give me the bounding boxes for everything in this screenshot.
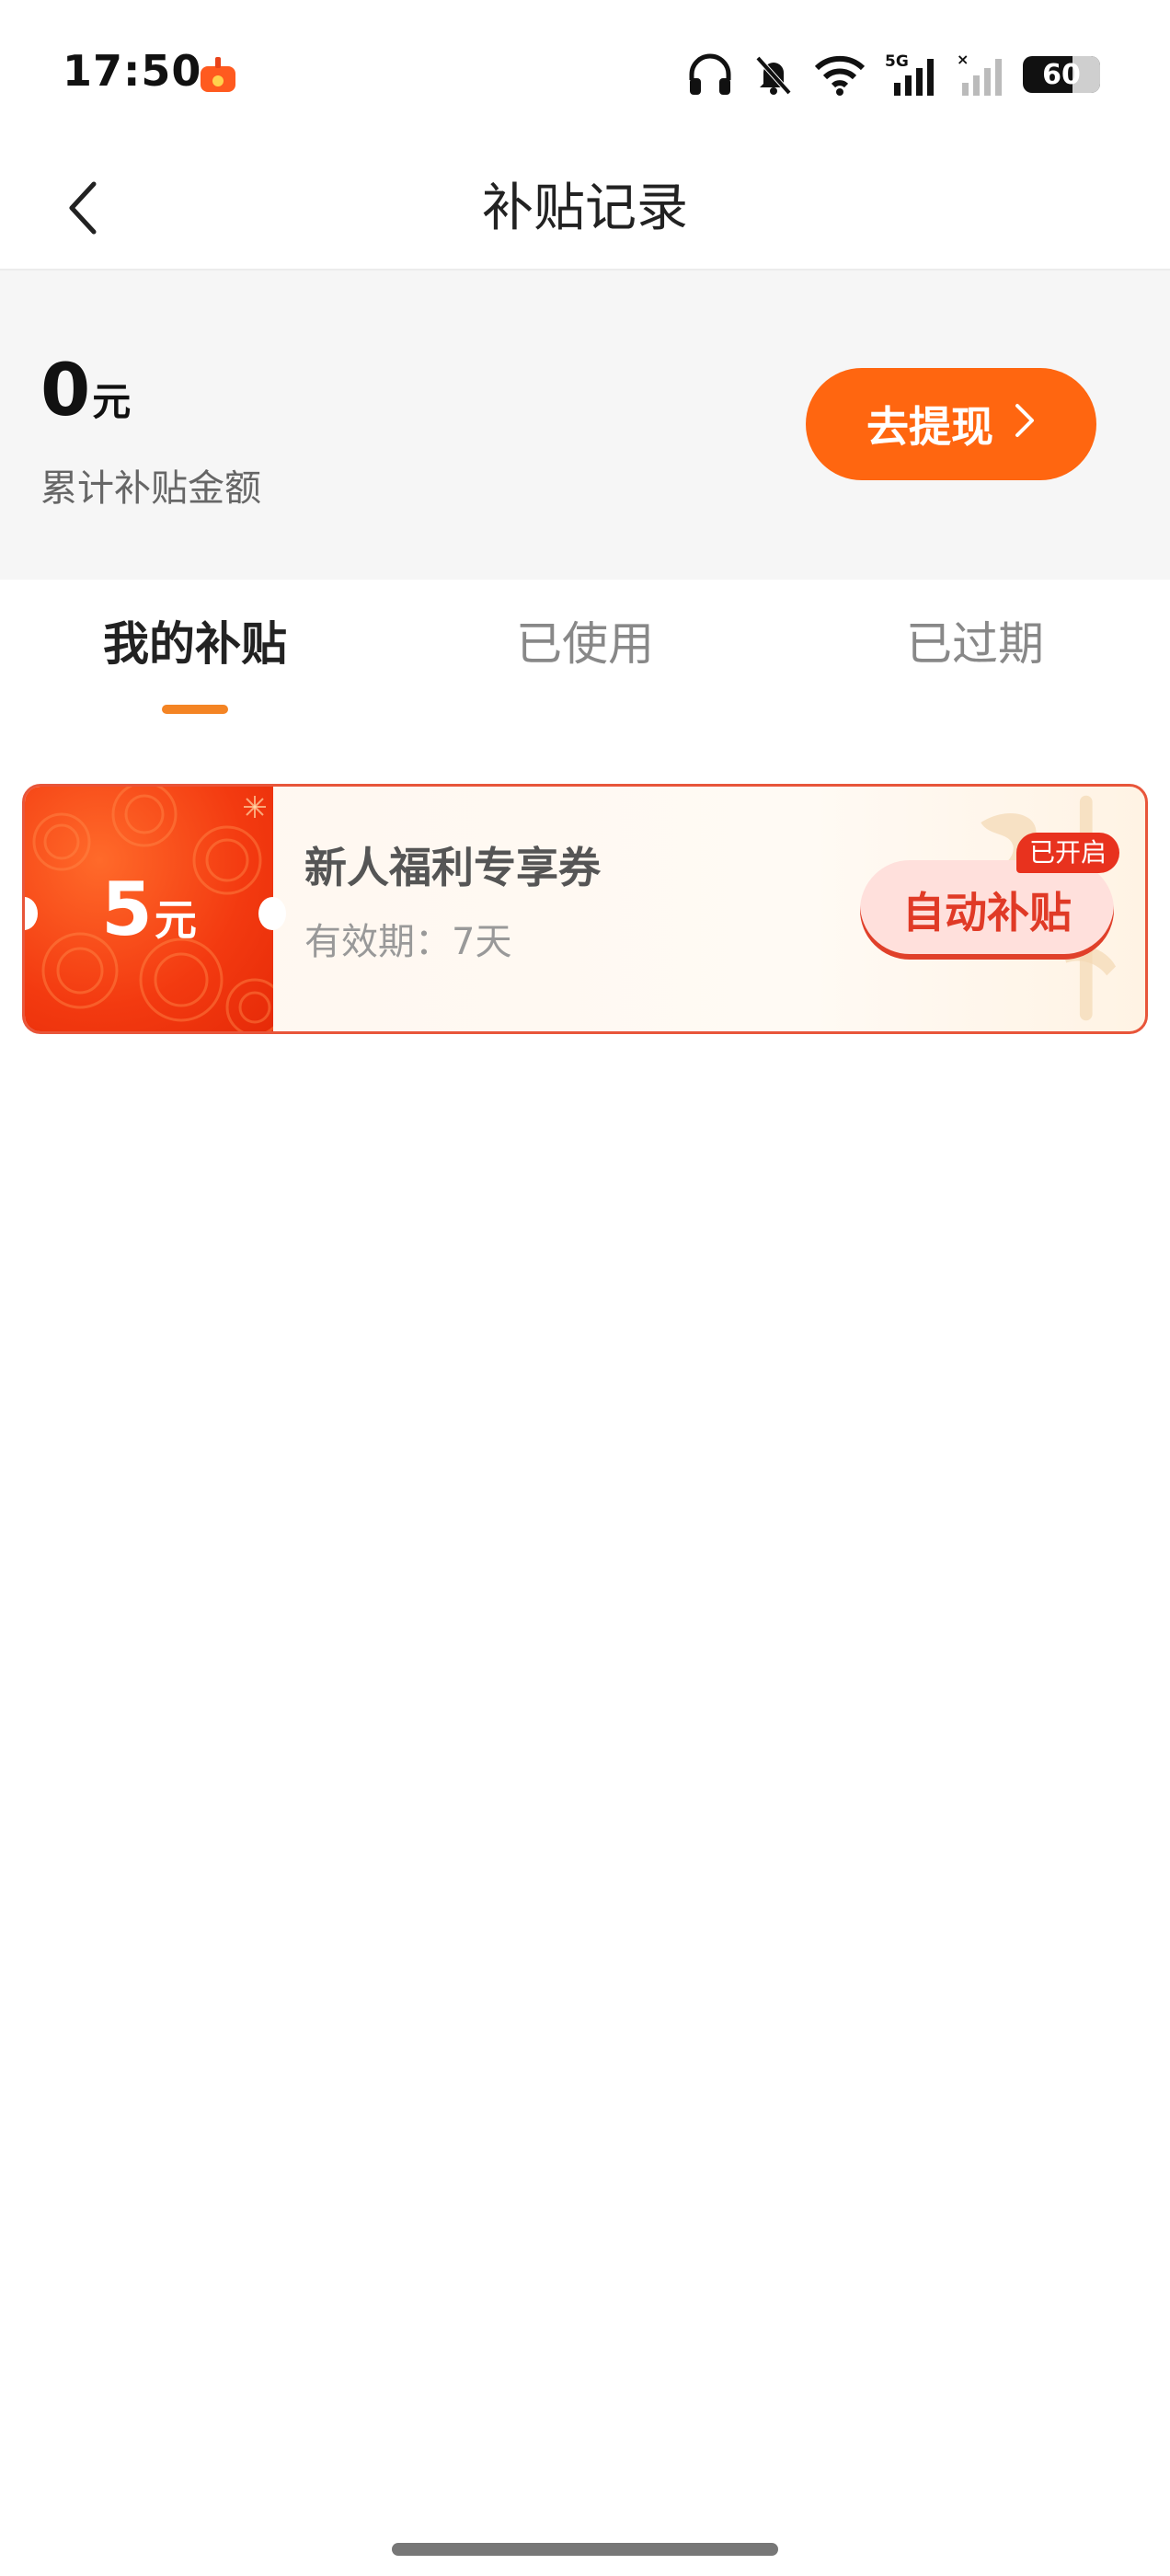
auto-subsidy-button[interactable]: 自动补贴 <box>860 860 1114 960</box>
total-amount-value: 0 <box>40 350 91 432</box>
status-bar: 17:50 5G × 60 <box>0 0 1170 147</box>
tab-expired[interactable]: 已过期 <box>828 616 1122 672</box>
svg-text:5G: 5G <box>885 52 909 71</box>
page-title: 补贴记录 <box>482 178 688 238</box>
tab-my-subsidy[interactable]: 我的补贴 <box>48 616 342 672</box>
withdraw-label: 去提现 <box>866 402 993 452</box>
coupon-value-panel: 5 元 <box>25 787 273 1031</box>
chevron-right-icon <box>1014 399 1036 449</box>
active-tab-indicator <box>162 705 228 714</box>
total-amount-unit: 元 <box>92 379 132 424</box>
tab-used[interactable]: 已使用 <box>438 616 732 672</box>
headphones-icon <box>686 52 734 97</box>
total-amount-label: 累计补贴金额 <box>40 467 261 510</box>
total-amount: 0 元 <box>40 355 131 427</box>
coupon-card[interactable]: 5 元 新人福利专享券 有效期：7天 自动补贴 已开启 <box>22 784 1148 1034</box>
coupon-value: 5 元 <box>101 867 197 952</box>
tab-bar: 我的补贴 已使用 已过期 <box>0 580 1170 718</box>
coupon-value-unit: 元 <box>154 894 197 945</box>
svg-text:×: × <box>957 52 969 68</box>
status-time: 17:50 <box>63 46 202 96</box>
auto-subsidy-label: 自动补贴 <box>902 888 1072 937</box>
coupon-validity: 有效期：7天 <box>304 921 512 963</box>
coupon-notch <box>258 897 286 930</box>
subsidy-summary: 0 元 累计补贴金额 去提现 <box>0 270 1170 580</box>
home-indicator[interactable] <box>392 2543 778 2556</box>
nav-bar: 补贴记录 <box>0 147 1170 270</box>
battery-level: 60 <box>1042 58 1081 91</box>
status-icons: 5G × 60 <box>686 52 1100 98</box>
wifi-icon <box>813 53 866 96</box>
bell-muted-icon <box>752 52 795 97</box>
signal-no-service-icon: × <box>957 52 1004 98</box>
battery-icon: 60 <box>1023 56 1100 93</box>
coupon-value-number: 5 <box>101 866 153 952</box>
status-badge: 已开启 <box>1016 833 1120 873</box>
app-notification-icon <box>197 53 239 96</box>
signal-5g-icon: 5G <box>885 52 938 98</box>
coupon-title: 新人福利专享券 <box>304 843 601 892</box>
withdraw-button[interactable]: 去提现 <box>806 368 1096 480</box>
